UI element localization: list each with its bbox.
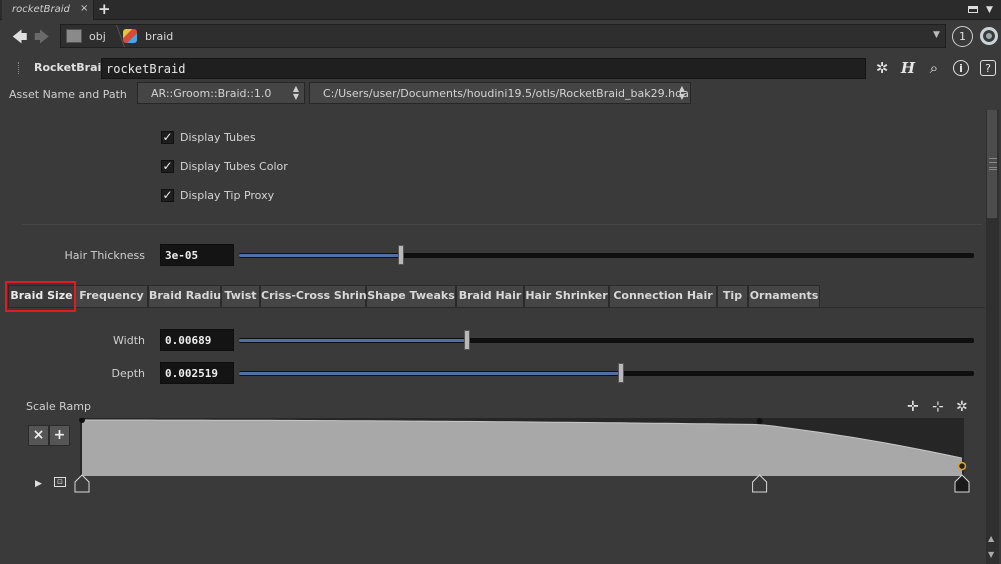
breadcrumb-braid[interactable]: braid <box>145 30 173 43</box>
asset-path-select[interactable]: C:/Users/user/Documents/houdini19.5/otls… <box>309 82 691 104</box>
pane-tab-bar: rocketBraid × + ▼ <box>0 0 1001 20</box>
slider-handle[interactable] <box>618 363 625 383</box>
scrollbar-thumb[interactable] <box>987 110 997 218</box>
ramp-key-marker[interactable] <box>752 474 768 493</box>
obj-network-icon <box>66 29 82 43</box>
ramp-expand-icon[interactable]: ▶ <box>35 479 42 489</box>
ramp-point[interactable] <box>957 461 967 471</box>
ramp-key-marker[interactable] <box>74 474 90 493</box>
node-header: RocketBraid rocketBraid ✲ H ⌕ i ? <box>0 56 1001 81</box>
vertical-scrollbar[interactable]: ▲ ▼ <box>986 110 999 564</box>
scale-ramp-label: Scale Ramp <box>26 400 91 413</box>
maximize-pane-icon[interactable] <box>968 6 978 13</box>
link-icon[interactable] <box>980 27 998 45</box>
breadcrumb-obj[interactable]: obj <box>89 30 106 43</box>
slider-handle[interactable] <box>463 330 470 350</box>
tab-hair-shrinker[interactable]: Hair Shrinker <box>524 285 609 307</box>
gear-icon[interactable]: ✲ <box>873 59 891 77</box>
asset-name-select[interactable]: AR::Groom::Braid::1.0 ▲ ▼ <box>137 82 305 104</box>
ramp-move-icon[interactable]: ✛ <box>907 399 919 415</box>
info-icon[interactable]: i <box>953 60 969 76</box>
width-slider[interactable] <box>239 330 974 350</box>
tab-shape-tweaks[interactable]: Shape Tweaks <box>366 285 456 307</box>
scroll-up-icon[interactable]: ▲ <box>988 534 994 543</box>
scrollbar-grip-icon <box>989 158 997 170</box>
checkbox-display-tubes-color[interactable]: ✓ <box>161 160 174 173</box>
checkbox-display-tubes[interactable]: ✓ <box>161 131 174 144</box>
pane-menu-icon[interactable]: ▼ <box>986 5 993 15</box>
checkbox-display-tip-proxy[interactable]: ✓ <box>161 189 174 202</box>
folder-tabs-baseline <box>8 307 985 308</box>
slider-fill <box>239 254 401 257</box>
hair-thickness-slider[interactable] <box>239 245 974 265</box>
path-bar: 🡄 🡆 obj braid ▼ 1 <box>0 21 1001 54</box>
node-name-field[interactable]: rocketBraid <box>101 58 866 79</box>
ramp-add-point-button[interactable]: + <box>49 425 70 446</box>
add-tab-icon[interactable]: + <box>98 0 111 18</box>
hair-thickness-value: 3e-05 <box>165 249 199 262</box>
select-arrows-icon: ▲ ▼ <box>678 84 685 101</box>
braid-node-icon <box>123 29 137 43</box>
search-icon[interactable]: ⌕ <box>925 59 943 77</box>
path-dropdown-icon[interactable]: ▼ <box>933 30 940 40</box>
parameter-panel: ✓ Display Tubes ✓ Display Tubes Color ✓ … <box>8 110 985 564</box>
ramp-key-marker[interactable] <box>954 474 970 493</box>
ramp-frame-icon[interactable]: ⊡ <box>54 477 66 487</box>
pin-group-button[interactable]: 1 <box>952 26 973 47</box>
tab-criss-cross-shrink[interactable]: Criss-Cross Shrink <box>260 285 374 307</box>
tab-close-icon[interactable]: × <box>80 3 88 14</box>
tab-tip[interactable]: Tip <box>717 285 748 307</box>
network-path-field[interactable]: obj braid ▼ <box>60 24 946 48</box>
slider-fill <box>239 339 467 342</box>
section-divider <box>22 224 982 225</box>
help-icon[interactable]: ? <box>980 60 996 76</box>
hair-thickness-label: Hair Thickness <box>64 249 145 262</box>
depth-field[interactable]: 0.002519 <box>160 362 234 384</box>
toggle-label: Display Tubes Color <box>180 160 288 173</box>
tab-ornaments[interactable]: Ornaments <box>748 285 820 307</box>
width-field[interactable]: 0.00689 <box>160 329 234 351</box>
tab-braid-hair[interactable]: Braid Hair <box>456 285 524 307</box>
back-arrow-icon[interactable]: 🡄 <box>12 27 28 52</box>
tab-rocketbraid[interactable]: rocketBraid × <box>2 0 94 20</box>
ramp-point[interactable] <box>756 418 763 424</box>
tab-braid-radius[interactable]: Braid Radius <box>148 285 228 307</box>
ramp-gear-icon[interactable]: ✲ <box>956 399 968 415</box>
toggle-label: Display Tip Proxy <box>180 189 275 202</box>
tab-frequency[interactable]: Frequency <box>75 285 148 307</box>
ramp-remove-point-button[interactable]: × <box>28 425 49 446</box>
active-tab-highlight <box>5 281 76 312</box>
depth-value: 0.002519 <box>165 367 218 380</box>
drag-grip-icon[interactable] <box>18 62 28 74</box>
scroll-down-icon[interactable]: ▼ <box>988 550 994 559</box>
asset-name-value: AR::Groom::Braid::1.0 <box>151 87 272 100</box>
houdini-help-icon[interactable]: H <box>899 59 917 77</box>
select-arrows-icon: ▲ ▼ <box>292 84 299 101</box>
slider-handle[interactable] <box>397 245 404 265</box>
depth-slider[interactable] <box>239 363 974 383</box>
breadcrumb-separator <box>104 25 126 47</box>
asset-path-value: C:/Users/user/Documents/houdini19.5/otls… <box>323 87 689 100</box>
tab-label: rocketBraid <box>12 4 70 15</box>
width-label: Width <box>113 334 145 347</box>
depth-label: Depth <box>111 367 145 380</box>
tab-connection-hair[interactable]: Connection Hair <box>609 285 717 307</box>
asset-row: Asset Name and Path AR::Groom::Braid::1.… <box>0 82 1001 106</box>
tab-twist[interactable]: Twist <box>221 285 260 307</box>
slider-fill <box>239 372 622 375</box>
asset-name-path-label: Asset Name and Path <box>9 88 127 101</box>
node-name-value: rocketBraid <box>106 62 186 76</box>
forward-arrow-icon[interactable]: 🡆 <box>34 27 50 52</box>
node-type-label: RocketBraid <box>34 61 110 74</box>
hair-thickness-field[interactable]: 3e-05 <box>160 244 234 266</box>
toggle-label: Display Tubes <box>180 131 256 144</box>
ramp-flip-icon[interactable]: ⊹ <box>932 399 944 415</box>
scale-ramp-editor[interactable] <box>74 418 970 494</box>
width-value: 0.00689 <box>165 334 212 347</box>
